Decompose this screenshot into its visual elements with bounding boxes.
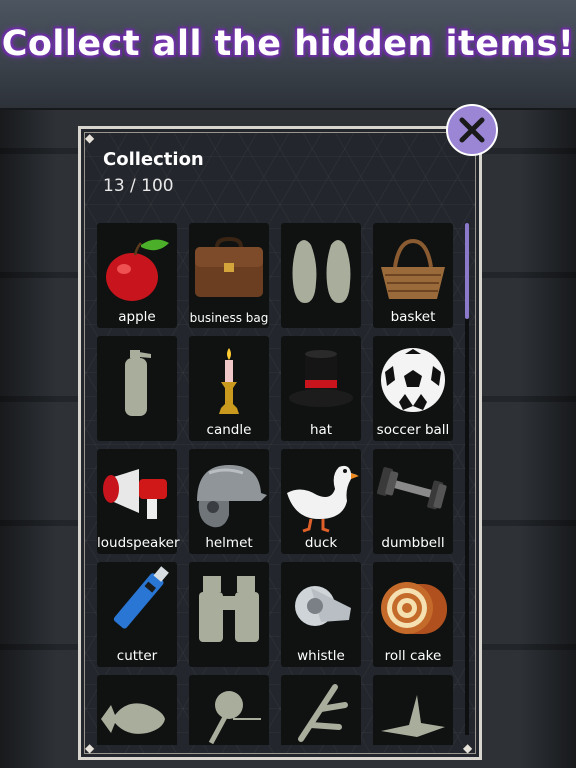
item-label: loudspeaker bbox=[97, 535, 180, 551]
item-label: apple bbox=[118, 309, 156, 325]
item-tile[interactable]: roll cake bbox=[373, 562, 453, 667]
item-tile[interactable]: soccer ball bbox=[373, 336, 453, 441]
banner-title: Collect all the hidden items! bbox=[1, 24, 575, 64]
branch-silhouette-icon bbox=[298, 684, 348, 742]
item-tile[interactable]: cutter bbox=[97, 562, 177, 667]
item-tile[interactable]: business bag bbox=[189, 223, 269, 328]
item-tile[interactable] bbox=[97, 675, 177, 745]
close-icon bbox=[459, 117, 485, 143]
collection-title: Collection bbox=[103, 149, 204, 170]
item-tile[interactable] bbox=[281, 675, 361, 745]
fire-extinguisher-silhouette-icon bbox=[125, 350, 151, 416]
item-tile[interactable]: candle bbox=[189, 336, 269, 441]
sandals-silhouette-icon bbox=[292, 240, 351, 303]
corner-ornament-icon: ◆ bbox=[85, 131, 95, 145]
item-tile[interactable]: dumbbell bbox=[373, 449, 453, 554]
item-tile[interactable]: whistle bbox=[281, 562, 361, 667]
collection-panel: ◆ ◆ ◆ ◆ Collection 13 / 100 apple busine… bbox=[78, 126, 482, 760]
item-label: basket bbox=[390, 309, 436, 325]
item-label: cutter bbox=[116, 648, 158, 664]
fish-silhouette-icon bbox=[101, 703, 165, 734]
item-tile[interactable]: duck bbox=[281, 449, 361, 554]
item-label: roll cake bbox=[384, 648, 442, 664]
item-label: business bag bbox=[189, 311, 269, 325]
collection-count: 13 / 100 bbox=[103, 176, 174, 196]
binoculars-silhouette-icon bbox=[199, 576, 259, 642]
close-button[interactable] bbox=[446, 104, 498, 156]
item-tile[interactable]: hat bbox=[281, 336, 361, 441]
item-tile[interactable] bbox=[373, 675, 453, 745]
item-tile[interactable]: basket bbox=[373, 223, 453, 328]
item-tile[interactable]: helmet bbox=[189, 449, 269, 554]
item-label: helmet bbox=[205, 535, 253, 551]
item-grid[interactable]: apple business bag basket candle hat soc… bbox=[97, 223, 457, 745]
corner-ornament-icon: ◆ bbox=[85, 741, 95, 755]
item-tile[interactable]: apple bbox=[97, 223, 177, 328]
item-tile[interactable] bbox=[281, 223, 361, 328]
item-tile[interactable]: loudspeaker bbox=[97, 449, 180, 554]
item-tile[interactable] bbox=[97, 336, 177, 441]
item-label: whistle bbox=[297, 648, 345, 664]
item-label: hat bbox=[309, 422, 333, 438]
item-tile[interactable] bbox=[189, 675, 269, 745]
item-label: duck bbox=[304, 535, 338, 551]
item-label: dumbbell bbox=[381, 535, 445, 551]
scrollbar-thumb[interactable] bbox=[465, 223, 469, 319]
scrollbar[interactable] bbox=[465, 223, 469, 735]
item-label: soccer ball bbox=[376, 422, 450, 438]
item-tile[interactable] bbox=[189, 562, 269, 667]
item-label: candle bbox=[206, 422, 252, 438]
fan-silhouette-icon bbox=[208, 691, 261, 745]
title-banner: Collect all the hidden items! bbox=[0, 0, 576, 110]
bird-silhouette-icon bbox=[381, 695, 445, 737]
corner-ornament-icon: ◆ bbox=[463, 741, 473, 755]
